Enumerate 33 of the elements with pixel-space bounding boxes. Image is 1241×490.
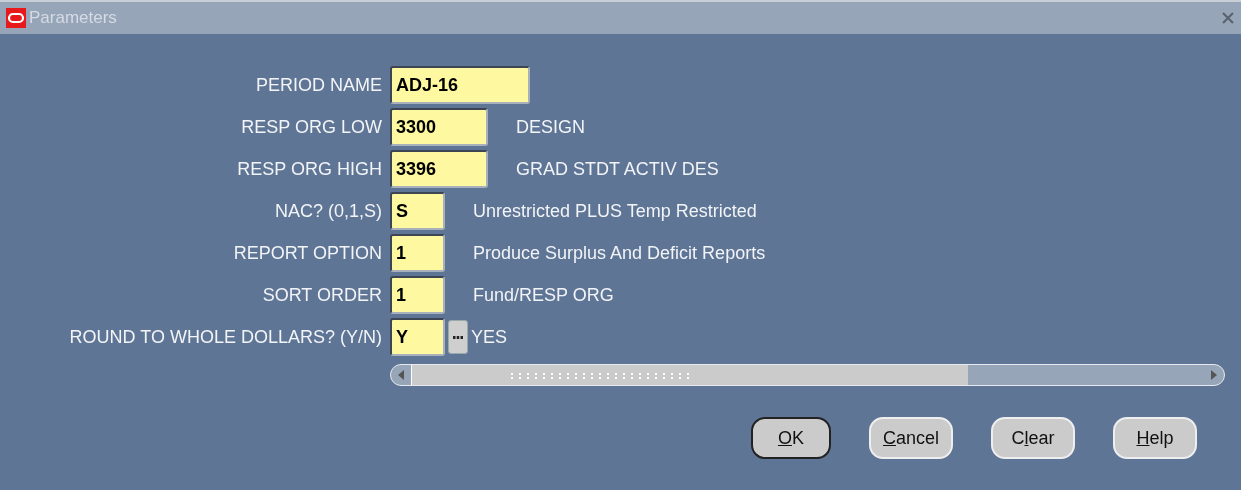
list-of-values-button[interactable] [448, 320, 468, 354]
field-label: RESP ORG HIGH [236, 158, 382, 180]
field-description: DESIGN [516, 116, 585, 138]
window-title: Parameters [29, 8, 118, 28]
scroll-right-icon[interactable] [1210, 369, 1218, 381]
dialog-button[interactable]: Cancel [868, 417, 953, 459]
app-logo-icon [6, 8, 26, 28]
field-description: Fund/RESP ORG [473, 284, 614, 306]
field-description: GRAD STDT ACTIV DES [516, 158, 719, 180]
field-description: Unrestricted PLUS Temp Restricted [473, 200, 757, 222]
input-field[interactable]: Y [390, 318, 445, 356]
field-label: RESP ORG LOW [240, 116, 382, 138]
horizontal-scrollbar[interactable] [390, 364, 1225, 386]
input-field[interactable]: 1 [390, 276, 445, 314]
field-label: NAC? (0,1,S) [273, 200, 382, 222]
field-label: REPORT OPTION [232, 242, 382, 264]
field-description: YES [471, 326, 508, 348]
field-label: ROUND TO WHOLE DOLLARS? (Y/N) [68, 326, 382, 348]
dialog-button[interactable]: OK [750, 417, 831, 459]
input-field[interactable]: 1 [390, 234, 445, 272]
input-field[interactable]: 3396 [390, 150, 488, 188]
input-field[interactable]: ADJ-16 [390, 66, 530, 104]
scrollbar-thumb[interactable] [411, 365, 968, 385]
ellipsis-icon [453, 335, 463, 339]
field-label: PERIOD NAME [254, 74, 382, 96]
field-description: Produce Surplus And Deficit Reports [473, 242, 766, 264]
dialog-button[interactable]: Clear [991, 417, 1075, 459]
scroll-left-icon[interactable] [397, 369, 405, 381]
field-label: SORT ORDER [261, 284, 382, 306]
dialog-button[interactable]: Help [1113, 417, 1197, 459]
input-field[interactable]: 3300 [390, 108, 488, 146]
input-field[interactable]: S [390, 192, 445, 230]
close-icon[interactable] [1221, 11, 1235, 25]
